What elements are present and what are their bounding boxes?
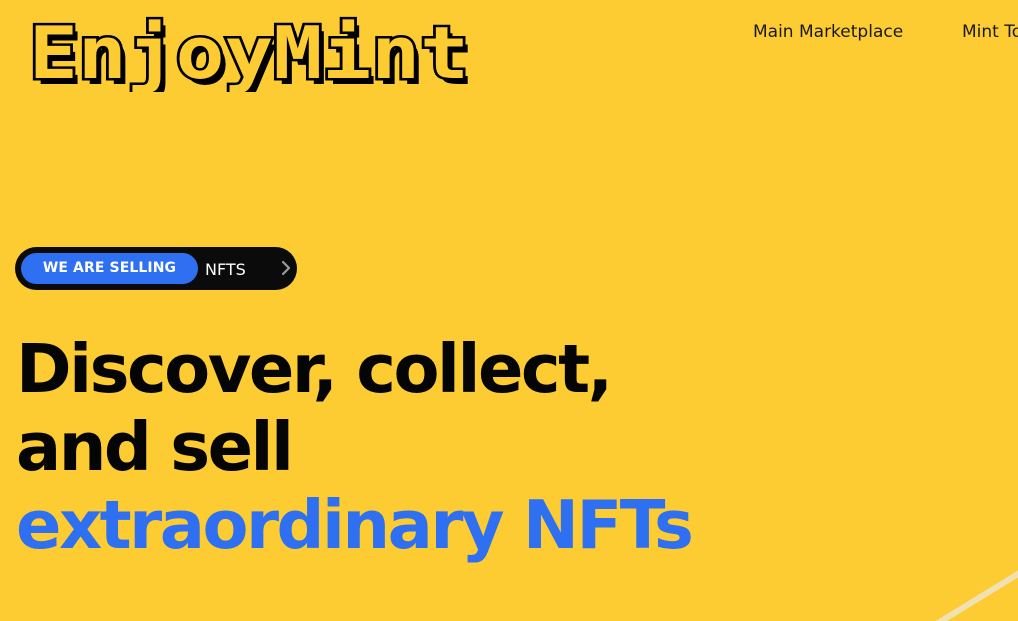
logo-wordmark-graphic: EnjoyMint EnjoyMint [27,10,475,92]
top-nav: Main Marketplace Mint To [753,19,1018,45]
nav-mint-tokens[interactable]: Mint To [962,19,1018,45]
badge-chip: WE ARE SELLING [21,253,198,284]
logo-text: EnjoyMint [29,11,469,92]
hero-line-1: Discover, collect, [16,330,613,408]
selling-badge[interactable]: WE ARE SELLING NFTS [15,247,297,290]
decorative-streak [935,570,1018,621]
chevron-right-icon [281,260,291,276]
nav-main-marketplace[interactable]: Main Marketplace [753,19,903,45]
hero-heading: Discover, collect, and sell extraordinar… [16,330,694,564]
hero-line-2: and sell [16,408,294,486]
brand-logo[interactable]: EnjoyMint EnjoyMint [26,10,478,92]
badge-label: NFTS [205,260,246,279]
hero-line-accent: extraordinary NFTs [16,486,694,564]
